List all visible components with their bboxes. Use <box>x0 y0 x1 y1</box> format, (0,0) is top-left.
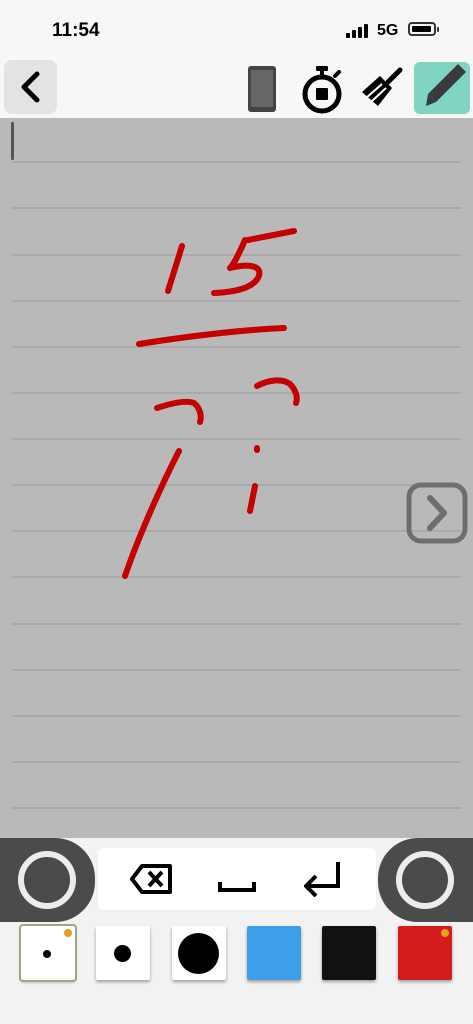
phone-icon <box>248 66 276 112</box>
handwriting-strokes <box>122 228 300 579</box>
circle-icon <box>18 851 76 909</box>
sun-badge-icon <box>441 929 449 937</box>
small-dot-icon <box>43 950 51 958</box>
clear-button[interactable] <box>356 62 406 114</box>
back-button[interactable] <box>4 60 57 114</box>
swatch-large-pen[interactable] <box>172 926 226 980</box>
pencil-button[interactable] <box>414 62 470 114</box>
broom-icon <box>362 67 403 106</box>
drawing-canvas[interactable] <box>0 118 473 838</box>
left-circle-button[interactable] <box>0 838 95 922</box>
chevron-right-icon <box>406 482 468 544</box>
space-icon <box>218 882 256 892</box>
network-label: 5G <box>377 22 399 39</box>
ruled-lines <box>12 161 461 809</box>
pencil-icon <box>426 64 466 106</box>
toolbar <box>0 56 473 118</box>
swatch-black[interactable] <box>322 926 376 980</box>
space-key[interactable] <box>212 856 262 902</box>
battery-icon <box>408 22 439 36</box>
return-key[interactable] <box>298 856 348 902</box>
stopwatch-button[interactable] <box>298 62 348 114</box>
return-icon <box>304 862 340 898</box>
text-cursor <box>11 122 14 160</box>
swatch-small-pen[interactable] <box>19 924 77 982</box>
key-bar <box>0 838 473 922</box>
status-time: 11:54 <box>52 20 100 41</box>
chevron-left-icon <box>21 71 40 103</box>
phone-button[interactable] <box>238 62 288 114</box>
right-circle-button[interactable] <box>378 838 473 922</box>
status-bar: 11:54 5G <box>0 0 473 56</box>
key-panel <box>98 848 376 910</box>
backspace-key[interactable] <box>128 856 178 902</box>
medium-dot-icon <box>114 945 131 962</box>
backspace-icon <box>130 864 172 894</box>
sun-badge-icon <box>64 929 72 937</box>
swatch-red[interactable] <box>398 926 452 980</box>
circle-icon <box>396 851 454 909</box>
large-dot-icon <box>178 933 219 974</box>
next-page-button[interactable] <box>406 482 468 546</box>
swatch-medium-pen[interactable] <box>96 926 150 980</box>
pen-palette <box>0 922 473 1024</box>
stopwatch-icon <box>302 66 342 114</box>
swatch-blue[interactable] <box>247 926 301 980</box>
signal-icon <box>346 24 370 38</box>
